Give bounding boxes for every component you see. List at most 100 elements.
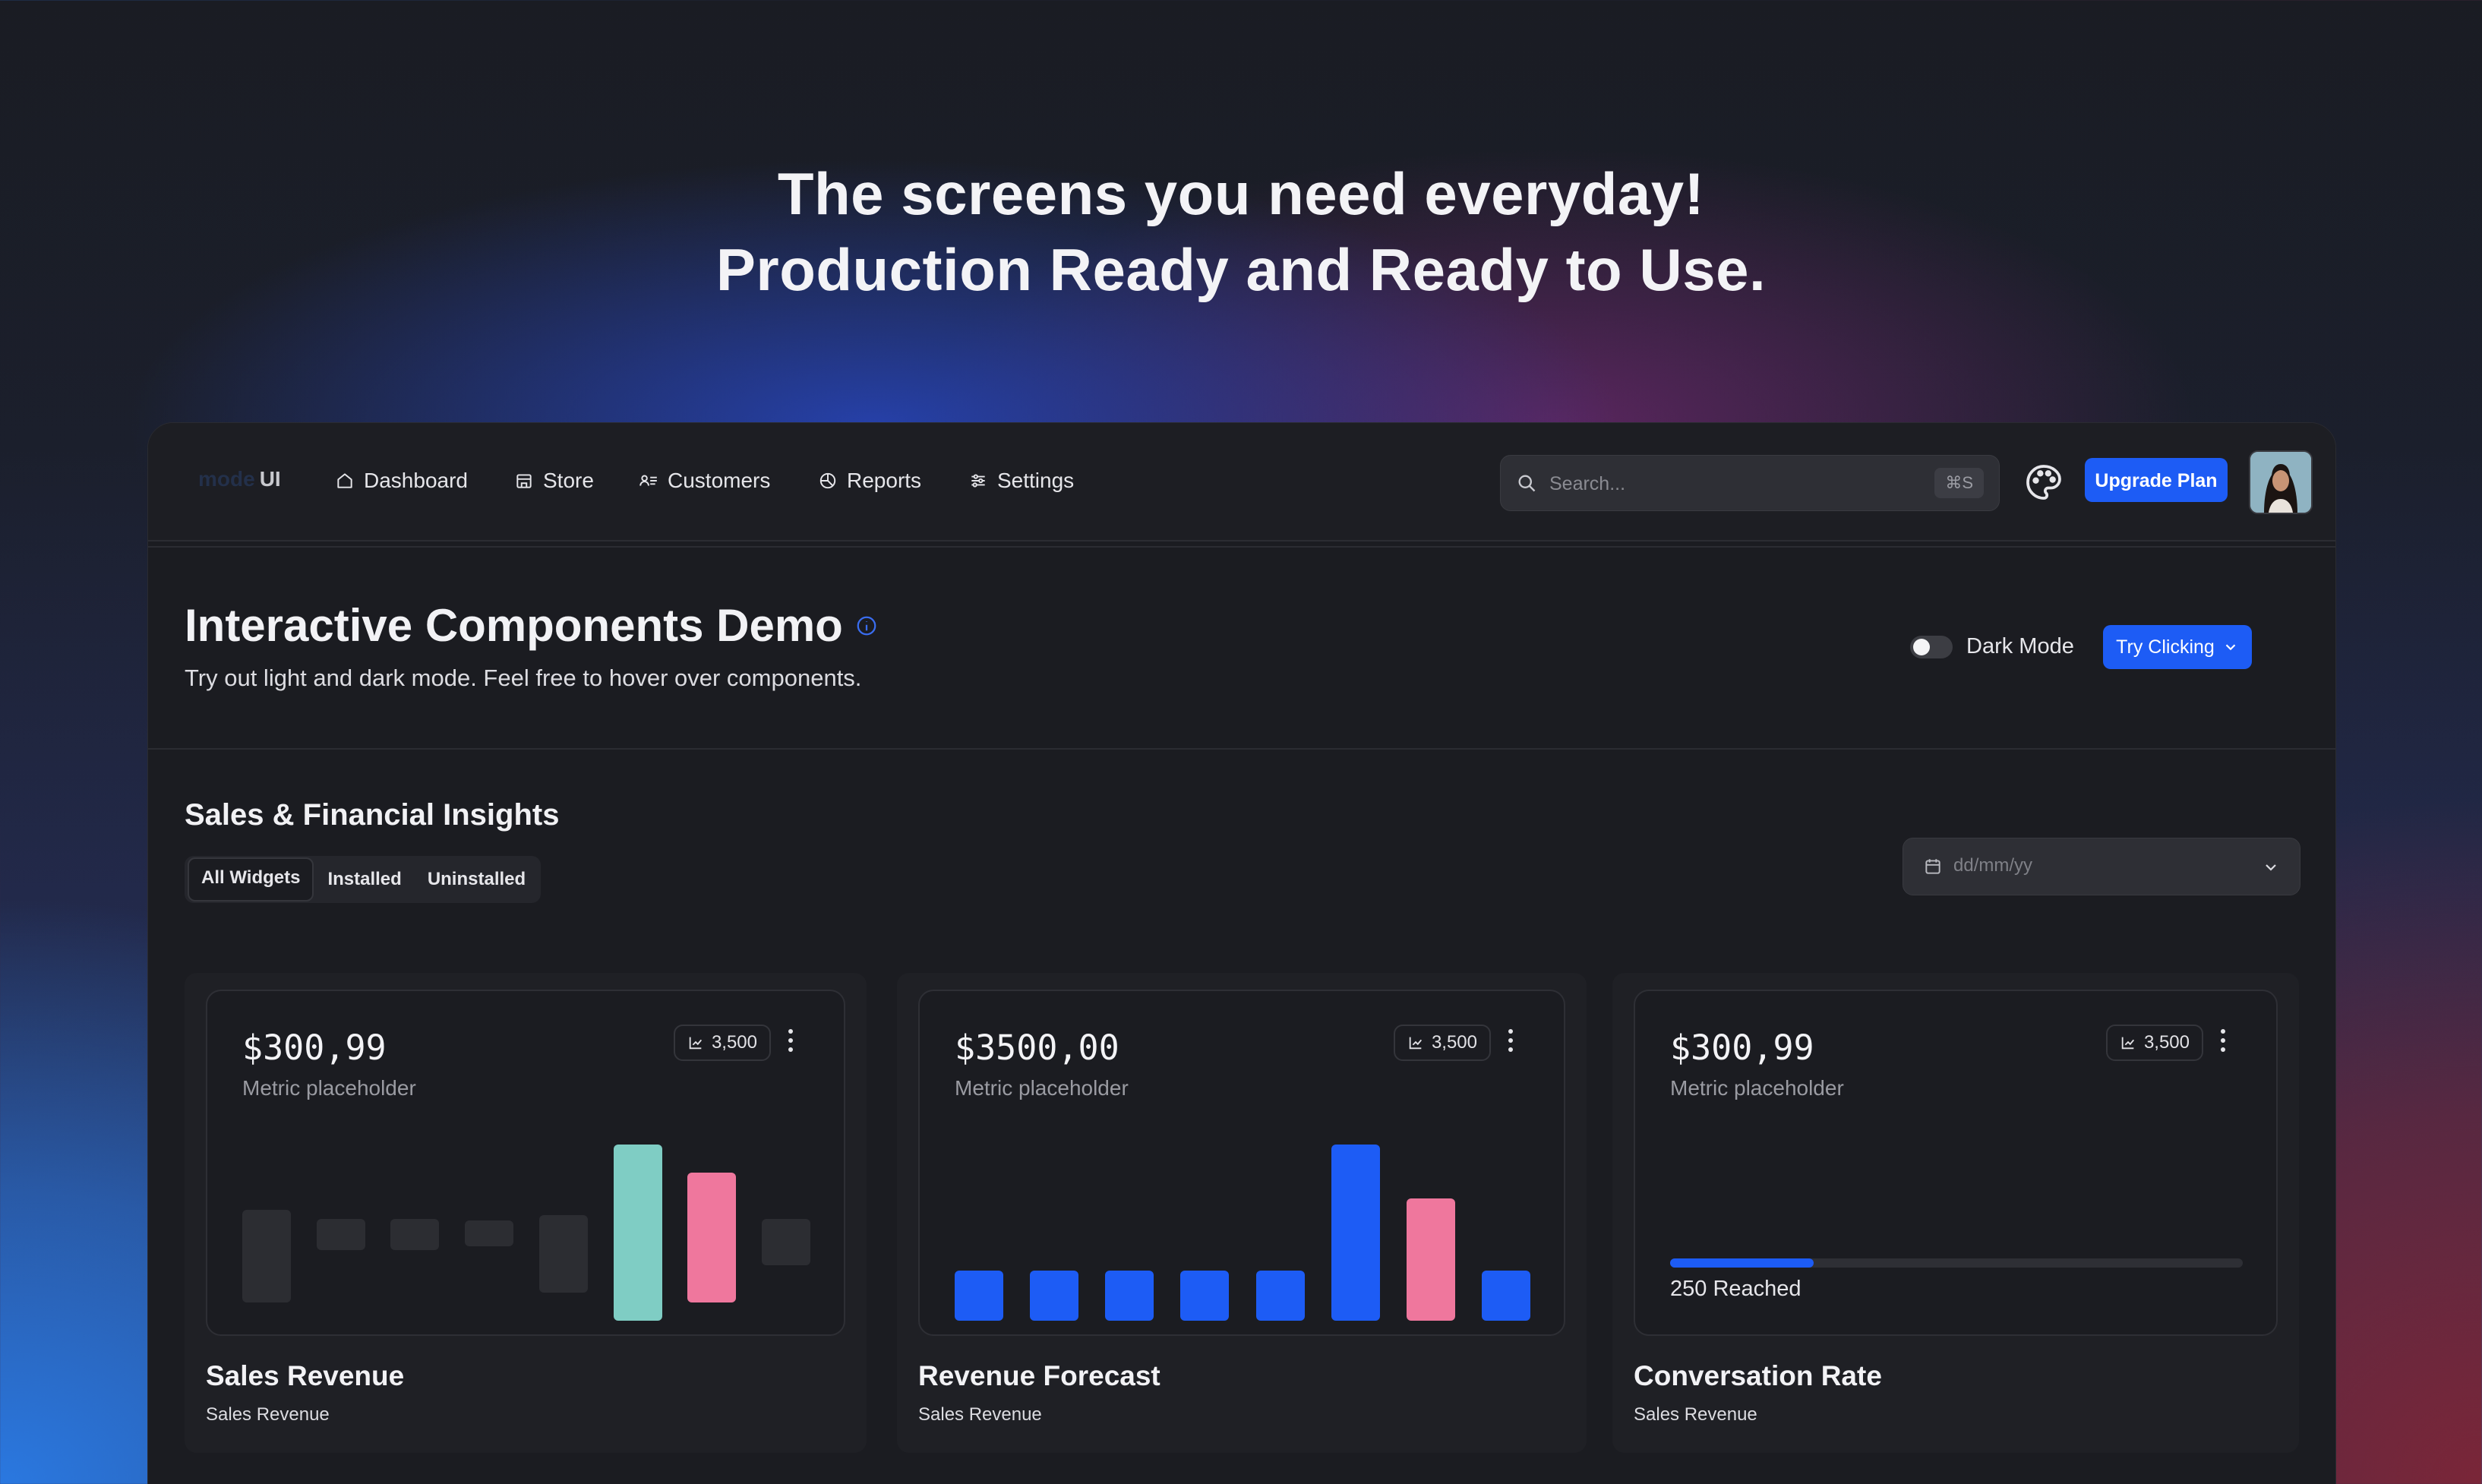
nav-divider (148, 540, 2335, 542)
dark-mode-toggle-group: Dark Mode (1910, 634, 2074, 659)
chart-bar[interactable] (613, 1145, 662, 1321)
more-options-icon[interactable] (1503, 1029, 1518, 1056)
chevron-down-icon (2266, 864, 2276, 871)
search-icon (1518, 475, 1536, 492)
bar-chart (242, 1135, 810, 1321)
widget-chart-panel: $3500,00 Metric placeholder 3,500 (918, 990, 1565, 1336)
nav-item-customers[interactable]: Customers (639, 466, 770, 496)
chart-bar[interactable] (465, 1220, 514, 1247)
top-navbar: mode UI Dashboard Store Customers Reports… (148, 423, 2335, 542)
hero-heading: The screens you need everyday! Productio… (0, 156, 2482, 308)
nav-label: Dashboard (364, 469, 468, 492)
card-title: Conversation Rate (1634, 1360, 1882, 1391)
tab-uninstalled[interactable]: Uninstalled (415, 859, 538, 900)
nav-item-dashboard[interactable]: Dashboard (335, 466, 468, 496)
chart-bar[interactable] (687, 1172, 737, 1302)
progress-fill (1670, 1258, 1814, 1268)
trend-value: 3,500 (711, 1032, 757, 1053)
widget-card-sales-revenue[interactable]: $300,99 Metric placeholder 3,500 Sales R… (185, 973, 867, 1453)
trend-pill[interactable]: 3,500 (2105, 1025, 2203, 1061)
try-clicking-label: Try Clicking (2116, 636, 2215, 658)
trend-pill[interactable]: 3,500 (673, 1025, 771, 1061)
logo-ui: UI (259, 467, 281, 491)
trend-value: 3,500 (2143, 1032, 2190, 1053)
progress-bar (1670, 1258, 2243, 1268)
home-icon (337, 473, 352, 488)
pie-chart-icon (819, 472, 836, 489)
chart-bar[interactable] (1482, 1271, 1530, 1321)
logo[interactable]: mode UI (198, 467, 281, 491)
app-window: mode UI Dashboard Store Customers Reports… (147, 422, 2336, 1484)
card-title: Revenue Forecast (918, 1360, 1160, 1391)
section-title: Sales & Financial Insights (185, 798, 560, 832)
widget-card-revenue-forecast[interactable]: $3500,00 Metric placeholder 3,500 Revenu… (897, 973, 1587, 1453)
chart-bar[interactable] (955, 1271, 1003, 1321)
chart-bar[interactable] (762, 1218, 810, 1265)
metric-label: Metric placeholder (1670, 1076, 1844, 1100)
search-input[interactable] (1548, 466, 1915, 501)
chart-bar[interactable] (1331, 1145, 1380, 1321)
progress-label: 250 Reached (1670, 1277, 1802, 1301)
tab-all-widgets[interactable]: All Widgets (188, 857, 314, 901)
chart-bar[interactable] (538, 1214, 588, 1293)
chart-bar[interactable] (316, 1218, 365, 1251)
search-shortcut-badge: ⌘S (1934, 468, 1984, 498)
page-header: Interactive Components Demo (185, 599, 878, 652)
widget-card-conversation-rate[interactable]: $300,99 Metric placeholder 3,500 250 Rea… (1612, 973, 2299, 1453)
customers-icon (639, 475, 657, 486)
chart-bar[interactable] (1105, 1271, 1154, 1321)
hero-line-2: Production Ready and Ready to Use. (715, 236, 1767, 303)
metric-label: Metric placeholder (242, 1076, 416, 1100)
trend-chart-icon (2121, 1037, 2134, 1050)
chart-bar[interactable] (1406, 1198, 1455, 1321)
nav-label: Customers (668, 469, 771, 492)
nav-item-store[interactable]: Store (514, 466, 594, 496)
card-subtitle: Sales Revenue (206, 1404, 330, 1425)
widget-chart-panel: $300,99 Metric placeholder 3,500 (206, 990, 845, 1336)
nav-label: Settings (997, 469, 1075, 492)
avatar[interactable] (2249, 450, 2313, 514)
section-divider (148, 748, 2335, 750)
search-box: ⌘S (1500, 455, 2000, 511)
tab-installed[interactable]: Installed (315, 859, 413, 900)
date-picker[interactable]: dd/mm/yy (1903, 838, 2300, 895)
chevron-down-icon (2225, 644, 2236, 651)
widget-chart-panel: $300,99 Metric placeholder 3,500 250 Rea… (1634, 990, 2278, 1336)
nav-divider (148, 546, 2335, 548)
metric-label: Metric placeholder (955, 1076, 1129, 1100)
chart-bar[interactable] (1180, 1271, 1230, 1321)
card-title: Sales Revenue (206, 1360, 405, 1391)
dark-mode-label: Dark Mode (1966, 634, 2074, 658)
metric-value: $3500,00 (955, 1028, 1119, 1068)
trend-value: 3,500 (1431, 1032, 1477, 1053)
card-subtitle: Sales Revenue (918, 1404, 1042, 1425)
widget-filter-tabs: All Widgets Installed Uninstalled (185, 856, 542, 903)
page-title: Interactive Components Demo (185, 600, 843, 651)
trend-chart-icon (689, 1037, 702, 1050)
chart-bar[interactable] (1255, 1271, 1305, 1321)
chart-bar[interactable] (242, 1209, 291, 1302)
calendar-icon (1925, 859, 1940, 874)
logo-wordmark: mode (198, 467, 255, 491)
page-subtitle: Try out light and dark mode. Feel free t… (185, 665, 862, 691)
nav-label: Store (543, 469, 594, 492)
more-options-icon[interactable] (2215, 1029, 2231, 1056)
hero-line-1: The screens you need everyday! (777, 160, 1705, 227)
user-avatar-image (2250, 452, 2311, 513)
date-placeholder: dd/mm/yy (1953, 855, 2033, 876)
store-icon (516, 474, 532, 488)
dark-mode-toggle[interactable] (1910, 635, 1953, 658)
info-icon[interactable] (855, 614, 878, 637)
more-options-icon[interactable] (783, 1029, 798, 1056)
metric-value: $300,99 (242, 1028, 387, 1068)
upgrade-plan-button[interactable]: Upgrade Plan (2085, 458, 2228, 502)
palette-icon[interactable] (2023, 461, 2065, 504)
chart-bar[interactable] (1030, 1271, 1079, 1321)
try-clicking-button[interactable]: Try Clicking (2103, 625, 2252, 669)
trend-pill[interactable]: 3,500 (1393, 1025, 1491, 1061)
chart-bar[interactable] (390, 1218, 440, 1251)
nav-item-settings[interactable]: Settings (968, 466, 1074, 496)
nav-label: Reports (847, 469, 922, 492)
bar-chart (955, 1135, 1530, 1321)
nav-item-reports[interactable]: Reports (818, 466, 921, 496)
